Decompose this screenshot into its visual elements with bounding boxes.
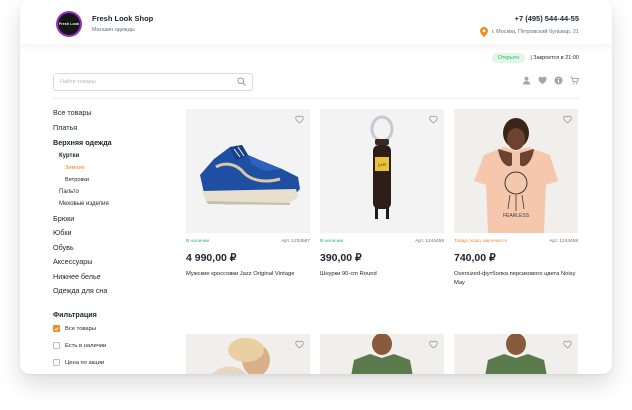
price: 740,00 ₽ [454, 252, 496, 264]
product-image-sneakers[interactable] [186, 109, 310, 233]
category-coats[interactable]: Пальто [59, 189, 79, 195]
product-name[interactable]: Шнурки 90-cm Round [320, 270, 444, 279]
product-image-partial[interactable] [454, 334, 578, 374]
favorite-heart-icon[interactable] [295, 115, 304, 124]
filter-all[interactable]: Все товары [53, 325, 96, 332]
search-box[interactable] [53, 73, 253, 91]
shop-name[interactable]: Fresh Look Shop [92, 14, 153, 23]
article-number: Арт. 1244458 [415, 239, 444, 244]
product-name[interactable]: Oversized-футболка персикового цвета Noi… [454, 270, 578, 287]
filter-title: Фильтрация [53, 310, 97, 319]
category-windbreakers[interactable]: Ветровки [65, 177, 89, 183]
sneaker-image [186, 109, 310, 233]
checkbox-checked[interactable] [53, 325, 60, 332]
category-furs[interactable]: Меховые изделия [59, 201, 109, 207]
tshirt-model-image: FEARLESS [454, 109, 578, 233]
search-input[interactable] [60, 77, 220, 87]
info-icon[interactable] [554, 76, 563, 85]
svg-text:FEARLESS: FEARLESS [503, 213, 530, 219]
address-text: г. Москва, Петровский бульвар, 21 [491, 29, 579, 35]
filter-sale[interactable]: Цена по акции [53, 359, 104, 366]
closing-time: | Закроется в 21:00 [530, 55, 579, 61]
model-image [454, 334, 578, 374]
category-accessories[interactable]: Аксессуары [53, 257, 92, 266]
category-sleepwear[interactable]: Одежда для сна [53, 286, 107, 295]
address: г. Москва, Петровский бульвар, 21 [479, 27, 579, 37]
category-jackets[interactable]: Куртки [59, 153, 79, 159]
product-card[interactable]: В наличии Арт. 1234567 4 990,00 ₽ Мужски… [186, 109, 310, 299]
product-image-tshirt[interactable]: FEARLESS [454, 109, 578, 233]
phone-number[interactable]: +7 (495) 544-44-55 [515, 14, 579, 23]
search-icon[interactable] [237, 77, 246, 86]
toolbar-icons [522, 76, 579, 85]
category-trousers[interactable]: Брюки [53, 214, 74, 223]
cart-icon[interactable] [570, 76, 579, 85]
article-number: Арт. 1244458 [549, 239, 578, 244]
model-image [186, 334, 310, 374]
product-card[interactable]: Dr.M В наличии Арт. 1244458 390,00 ₽ Шну… [320, 109, 444, 299]
site-header: Fresh Look Fresh Look Shop Магазин одежд… [20, 0, 612, 44]
store-status: Открыто | Закроется в 21:00 [491, 53, 579, 63]
favorite-heart-icon[interactable] [563, 340, 572, 349]
favorite-heart-icon[interactable] [563, 115, 572, 124]
category-skirts[interactable]: Юбки [53, 228, 72, 237]
product-image-partial[interactable] [186, 334, 310, 374]
filter-label: Все товары [65, 325, 97, 332]
category-shoes[interactable]: Обувь [53, 243, 74, 252]
favorite-heart-icon[interactable] [429, 115, 438, 124]
category-dresses[interactable]: Платья [53, 123, 77, 132]
favorite-heart-icon[interactable] [295, 340, 304, 349]
favorite-heart-icon[interactable] [429, 340, 438, 349]
article-number: Арт. 1234567 [281, 239, 310, 244]
laces-image: Dr.M [320, 109, 444, 233]
category-outerwear[interactable]: Верхняя одежда [53, 138, 112, 147]
shop-logo[interactable]: Fresh Look [56, 11, 82, 37]
product-card[interactable]: FEARLESS Товар скоро закончится Арт. 124… [454, 109, 578, 299]
status-badge: Открыто [491, 53, 526, 63]
checkbox[interactable] [53, 359, 60, 366]
location-pin-icon [479, 27, 488, 37]
shop-window: Fresh Look Fresh Look Shop Магазин одежд… [20, 0, 612, 374]
filter-label: Цена по акции [65, 359, 105, 366]
availability: В наличии [186, 239, 210, 244]
product-image-laces[interactable]: Dr.M [320, 109, 444, 233]
category-winter[interactable]: Зимние [65, 165, 85, 171]
check-icon [54, 326, 59, 331]
filter-label: Есть в наличии [65, 342, 107, 349]
filter-in-stock[interactable]: Есть в наличии [53, 342, 106, 349]
logo-text: Fresh Look [58, 22, 80, 26]
shop-subtitle: Магазин одежды [92, 27, 135, 33]
price: 390,00 ₽ [320, 252, 362, 264]
product-image-partial[interactable] [320, 334, 444, 374]
heart-icon[interactable] [538, 76, 547, 85]
user-icon[interactable] [522, 76, 531, 85]
availability: Товар скоро закончится [454, 239, 507, 244]
product-name[interactable]: Мужские кроссовки Jazz Original Vintage [186, 270, 310, 279]
availability: В наличии [320, 239, 344, 244]
divider [53, 98, 579, 99]
checkbox[interactable] [53, 342, 60, 349]
category-underwear[interactable]: Нижнее белье [53, 272, 101, 281]
price: 4 990,00 ₽ [186, 252, 237, 264]
category-all[interactable]: Все товары [53, 108, 92, 117]
model-image [320, 334, 444, 374]
